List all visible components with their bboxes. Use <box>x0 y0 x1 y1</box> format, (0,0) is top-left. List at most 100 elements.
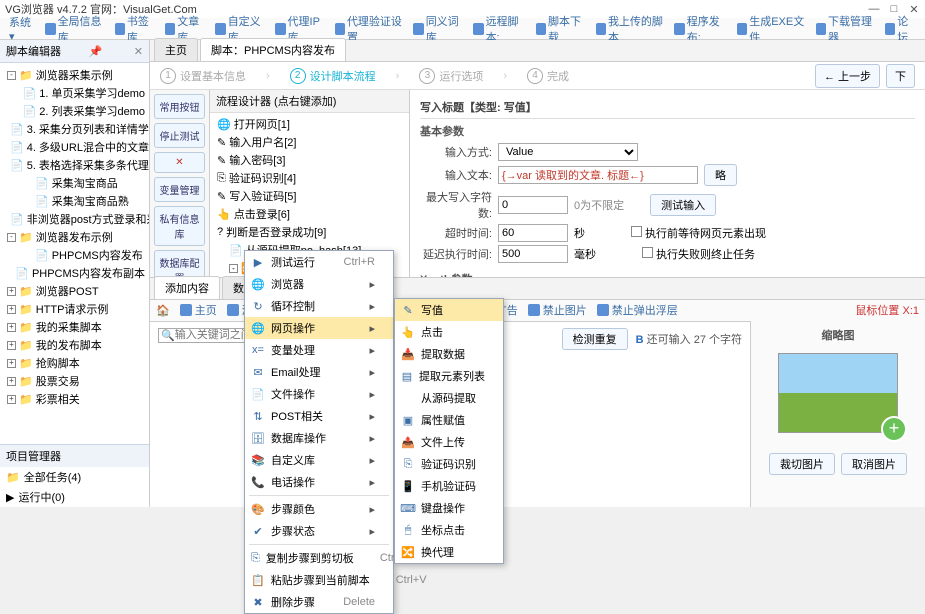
menu-item[interactable]: ✖删除步骤Delete <box>245 591 393 613</box>
menu-item[interactable]: 🌐浏览器▸ <box>245 273 393 295</box>
menu-item[interactable]: 📱手机验证码 <box>395 475 503 497</box>
tree-toggle[interactable]: - <box>7 71 16 80</box>
designer-step[interactable]: ?判断是否登录成功[9] <box>210 223 409 241</box>
menu-item[interactable]: ⎘复制步骤到剪切板Ctrl+C <box>245 547 393 569</box>
pin-icon[interactable]: 📌 <box>89 45 103 58</box>
step-3[interactable]: 3运行选项 <box>419 68 483 84</box>
tree-toggle[interactable]: + <box>7 287 16 296</box>
designer-step[interactable]: 🌐打开网页[1] <box>210 115 409 133</box>
tree-node[interactable]: +📁抢购脚本 <box>0 354 149 372</box>
side-button[interactable]: 私有信息库 <box>154 206 205 246</box>
tree-toggle[interactable]: + <box>7 359 16 368</box>
tree-toggle[interactable]: + <box>7 341 16 350</box>
wait-element-checkbox[interactable] <box>631 226 642 237</box>
pm-item[interactable]: ▶运行中(0) <box>0 487 149 507</box>
prev-step-button[interactable]: ← 上一步 <box>815 64 880 88</box>
step-1[interactable]: 1设置基本信息 <box>160 68 246 84</box>
next-step-button[interactable]: 下 <box>886 64 915 88</box>
side-button[interactable]: 变量管理 <box>154 177 205 202</box>
tree-toggle[interactable]: + <box>7 323 16 332</box>
tree-toggle[interactable]: + <box>7 305 16 314</box>
context-menu-main[interactable]: ▶测试运行Ctrl+R🌐浏览器▸↻循环控制▸🌐网页操作▸x=变量处理▸✉Emai… <box>244 250 394 614</box>
designer-step[interactable]: ✎输入密码[3] <box>210 151 409 169</box>
tree-node[interactable]: 📄PHPCMS内容发布 <box>0 246 149 264</box>
stop-on-fail-checkbox[interactable] <box>642 247 653 258</box>
input-mode-select[interactable]: Value <box>498 143 638 161</box>
tree-node[interactable]: +📁股票交易 <box>0 372 149 390</box>
delay-field[interactable] <box>498 245 568 263</box>
menu-item[interactable]: x=变量处理▸ <box>245 339 393 361</box>
toolbar-item[interactable]: 主页 <box>180 302 217 318</box>
menu-item[interactable]: 📋粘贴步骤到当前脚本Ctrl+V <box>245 569 393 591</box>
menu-item[interactable]: 📤文件上传 <box>395 431 503 453</box>
crop-button[interactable]: 裁切图片 <box>769 453 835 475</box>
tree-toggle[interactable]: - <box>7 233 16 242</box>
maxlen-field[interactable] <box>498 196 568 214</box>
tab-home[interactable]: 主页 <box>154 38 198 61</box>
context-submenu-webops[interactable]: ✎写值👆点击📥提取数据▤提取元素列表从源码提取▣属性赋值📤文件上传⎘验证码识别📱… <box>394 298 504 564</box>
panel-close-icon[interactable]: ✕ <box>134 45 143 58</box>
cancel-image-button[interactable]: 取消图片 <box>841 453 907 475</box>
tree-node[interactable]: 📄采集淘宝商品 <box>0 174 149 192</box>
tree-node[interactable]: 📄3. 采集分页列表和详情学习d <box>0 120 149 138</box>
tree-node[interactable]: +📁彩票相关 <box>0 390 149 408</box>
menu-item[interactable]: 📞电话操作▸ <box>245 471 393 493</box>
tab-script[interactable]: 脚本：PHPCMS内容发布 <box>200 38 346 61</box>
menu-item[interactable]: 从源码提取 <box>395 387 503 409</box>
detect-duplicate-button[interactable]: 检测重复 <box>562 328 628 350</box>
menu-item[interactable]: ⇅POST相关▸ <box>245 405 393 427</box>
step-4[interactable]: 4完成 <box>527 68 569 84</box>
tree-toggle[interactable]: + <box>7 377 16 386</box>
tree-node[interactable]: +📁HTTP请求示例 <box>0 300 149 318</box>
menu-item[interactable]: ▶测试运行Ctrl+R <box>245 251 393 273</box>
menu-item[interactable]: ✉Email处理▸ <box>245 361 393 383</box>
menu-item[interactable]: 📚自定义库▸ <box>245 449 393 471</box>
designer-step[interactable]: ✎输入用户名[2] <box>210 133 409 151</box>
menu-item[interactable]: ✎写值 <box>395 299 503 321</box>
designer-step[interactable]: 👆点击登录[6] <box>210 205 409 223</box>
menu-item[interactable]: 📄文件操作▸ <box>245 383 393 405</box>
side-button[interactable]: ✕ <box>154 152 205 173</box>
menu-item[interactable]: 🖱坐标点击 <box>395 519 503 541</box>
menu-item[interactable]: 🌐网页操作▸ <box>245 317 393 339</box>
tree-node[interactable]: +📁我的采集脚本 <box>0 318 149 336</box>
test-input-button[interactable]: 测试输入 <box>650 194 716 216</box>
thumbnail-image[interactable]: + <box>778 353 898 433</box>
menu-item[interactable]: ⌨键盘操作 <box>395 497 503 519</box>
input-text-more-button[interactable]: 略 <box>704 164 737 186</box>
tree-node[interactable]: 📄2. 列表采集学习demo <box>0 102 149 120</box>
menu-item[interactable]: 📥提取数据 <box>395 343 503 365</box>
tree-node[interactable]: +📁浏览器POST <box>0 282 149 300</box>
tree-node[interactable]: -📁浏览器发布示例 <box>0 228 149 246</box>
home-icon[interactable]: 🏠 <box>156 304 170 317</box>
menu-item[interactable]: 🎨步骤颜色▸ <box>245 498 393 520</box>
tree-node[interactable]: 📄5. 表格选择采集多条代理IP <box>0 156 149 174</box>
script-tree[interactable]: -📁浏览器采集示例📄1. 单页采集学习demo📄2. 列表采集学习demo📄3.… <box>0 63 149 444</box>
menu-item[interactable]: 🔀换代理 <box>395 541 503 563</box>
side-button[interactable]: 常用按钮 <box>154 94 205 119</box>
tab-add-content[interactable]: 添加内容 <box>154 276 220 299</box>
toolbar-item[interactable]: 禁止图片 <box>528 302 587 318</box>
menu-item[interactable]: 👆点击 <box>395 321 503 343</box>
tree-node[interactable]: 📄采集淘宝商品熟 <box>0 192 149 210</box>
timeout-field[interactable] <box>498 224 568 242</box>
designer-step[interactable]: ✎写入验证码[5] <box>210 187 409 205</box>
toolbar-item[interactable]: 禁止弹出浮层 <box>597 302 678 318</box>
input-text-field[interactable] <box>498 166 698 184</box>
menu-item[interactable]: ↻循环控制▸ <box>245 295 393 317</box>
side-button[interactable]: 停止测试 <box>154 123 205 148</box>
designer-step[interactable]: ⎘验证码识别[4] <box>210 169 409 187</box>
tree-node[interactable]: 📄4. 多级URL混合中的文章 <box>0 138 149 156</box>
add-thumbnail-icon[interactable]: + <box>881 416 907 442</box>
menu-item[interactable]: ⎘验证码识别 <box>395 453 503 475</box>
tree-toggle[interactable]: + <box>7 395 16 404</box>
step-2[interactable]: 2设计脚本流程 <box>290 68 376 84</box>
menu-item[interactable]: ✔步骤状态▸ <box>245 520 393 542</box>
menu-item[interactable]: 🗄数据库操作▸ <box>245 427 393 449</box>
pm-item[interactable]: 📁全部任务(4) <box>0 467 149 487</box>
menu-item[interactable]: ▣属性赋值 <box>395 409 503 431</box>
tree-node[interactable]: 📄1. 单页采集学习demo <box>0 84 149 102</box>
tree-node[interactable]: 📄PHPCMS内容发布副本 <box>0 264 149 282</box>
tree-node[interactable]: -📁浏览器采集示例 <box>0 66 149 84</box>
menu-item[interactable]: ▤提取元素列表 <box>395 365 503 387</box>
